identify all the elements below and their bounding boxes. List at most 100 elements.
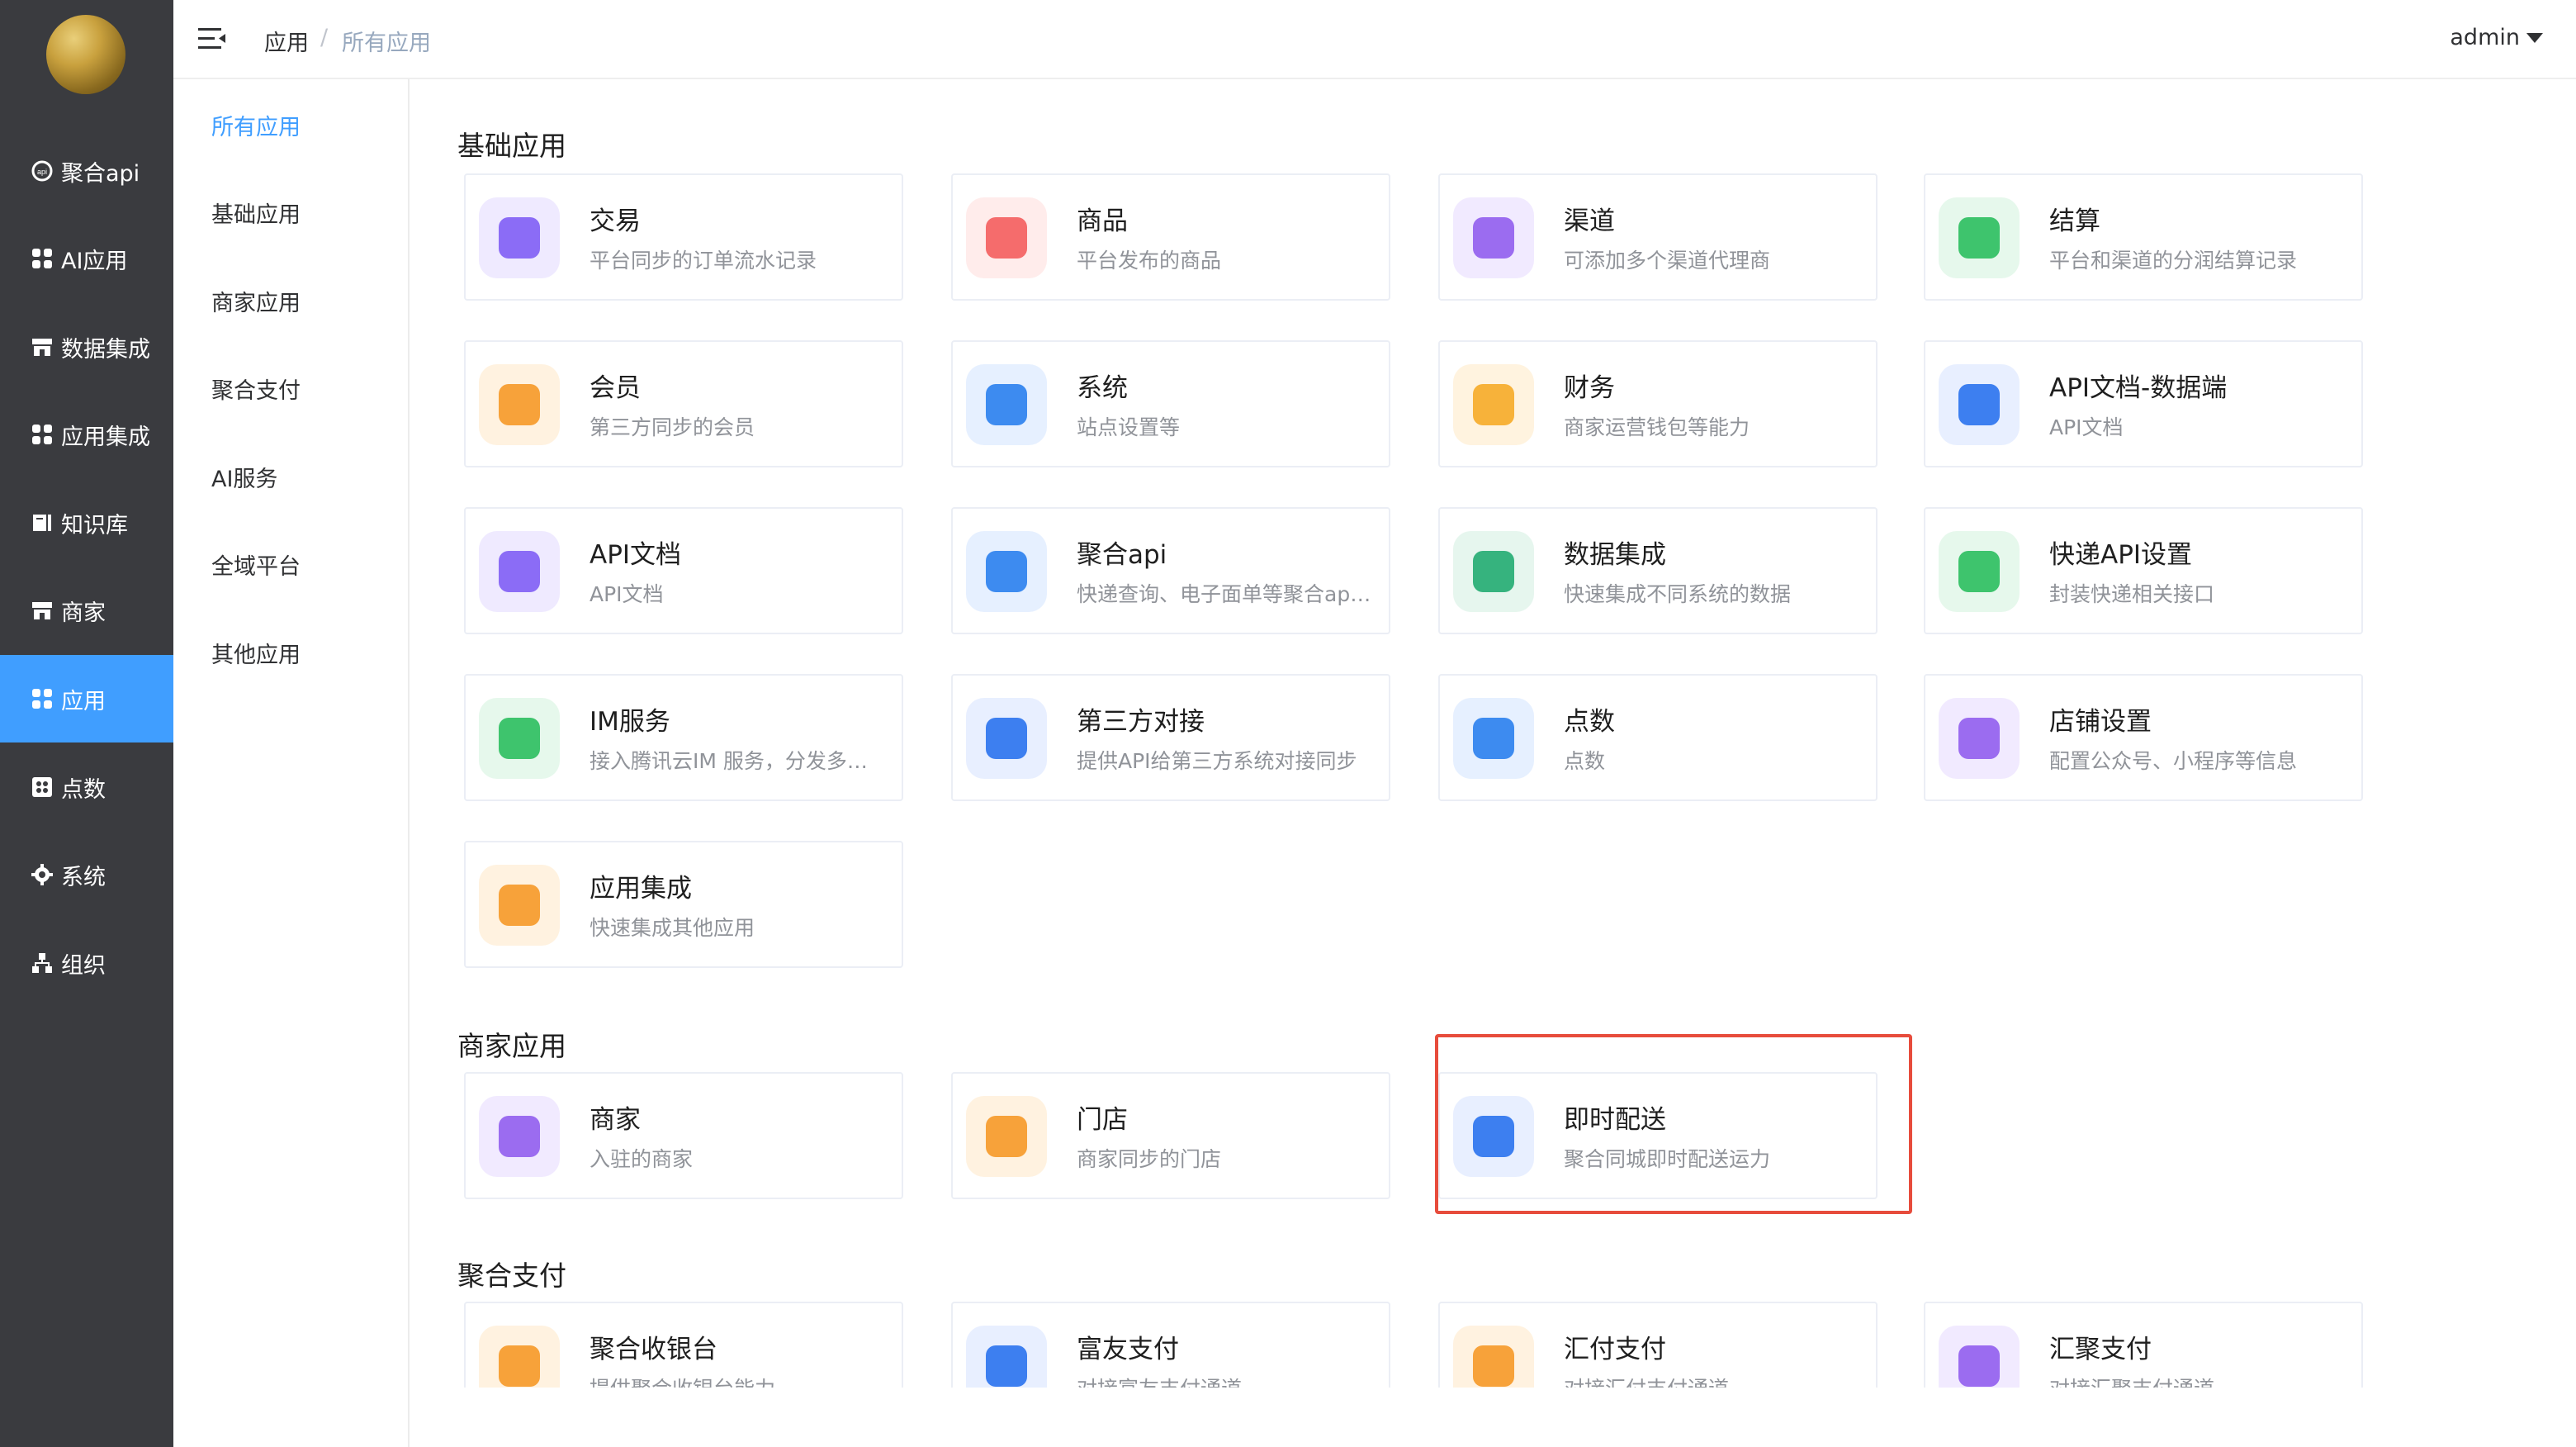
app-card[interactable]: 结算 平台和渠道的分润结算记录 [1924,173,2363,301]
app-card[interactable]: 交易 平台同步的订单流水记录 [464,173,903,301]
app-card-title: IM服务 [590,707,670,737]
app-card-title: 店铺设置 [2049,707,2152,737]
app-card-desc: 站点设置等 [1077,415,1181,439]
sidebar-item-3[interactable]: 应用集成 [0,391,173,478]
icon-glyph [986,384,1027,425]
sidebar-item-label: 组织 [61,952,106,979]
shop-settings-icon [1939,698,2020,779]
app-card[interactable]: 商家 入驻的商家 [464,1072,903,1199]
merchant-icon [479,1096,560,1177]
sidebar-item-label: 知识库 [61,512,128,538]
sidebar-item-6[interactable]: 应用 [0,655,173,742]
icon-glyph [1958,384,2000,425]
app-card[interactable]: IM服务接入腾讯云IM 服务，分发多个应用 [464,674,903,801]
app-card-title: 门店 [1077,1105,1128,1135]
sidebar-item-label: 系统 [61,864,106,890]
api-box-icon [1939,531,2020,612]
subnav-item-4[interactable]: AI服务 [211,461,277,493]
app-card[interactable]: API文档-数据端 API文档 [1924,340,2363,467]
app-card-desc: API文档 [2049,415,2124,439]
sidebar-item-8[interactable]: 系统 [0,831,173,918]
icon-glyph [986,718,1027,759]
app-card[interactable]: 门店 商家同步的门店 [951,1072,1390,1199]
sidebar-item-label: 点数 [61,776,106,803]
icon-glyph [499,217,540,259]
data-integration-icon [1453,531,1534,612]
api-file-icon [479,531,560,612]
app-card[interactable]: 点数 点数 [1438,674,1878,801]
app-card-title: 聚合收银台 [590,1335,717,1364]
icon-glyph [499,885,540,926]
app-card-title: 商家 [590,1105,641,1135]
app-card-desc: 快速集成其他应用 [590,916,755,940]
user-menu[interactable]: admin [2450,25,2520,50]
app-card[interactable]: 应用集成 快速集成其他应用 [464,841,903,968]
subnav-item-0[interactable]: 所有应用 [211,109,301,141]
section-title-merchant: 商家应用 [457,1030,566,1062]
subnav-item-1[interactable]: 基础应用 [211,197,301,229]
chat-icon [479,698,560,779]
svg-text:api: api [37,168,47,176]
subnav-item-2[interactable]: 商家应用 [211,285,301,317]
logo-avatar[interactable] [46,15,125,94]
icon-glyph [499,1116,540,1157]
icon-glyph [1473,718,1514,759]
app-card[interactable]: 财务 商家运营钱包等能力 [1438,340,1878,467]
icon-glyph [499,384,540,425]
app-card-desc: 入驻的商家 [590,1147,694,1171]
app-card-title: 数据集成 [1564,540,1666,570]
app-card[interactable]: 快递API设置 封装快递相关接口 [1924,507,2363,634]
icon-glyph [986,1345,1027,1387]
app-card[interactable]: API文档 API文档 [464,507,903,634]
sidebar-item-5[interactable]: 商家 [0,567,173,654]
app-card-desc: 点数 [1564,749,1606,773]
app-card[interactable]: 店铺设置 配置公众号、小程序等信息 [1924,674,2363,801]
sidebar-item-2[interactable]: 数据集成 [0,303,173,391]
icon-glyph [986,551,1027,592]
viewport-bottom [410,1388,2576,1447]
app-card-title: API文档-数据端 [2049,373,2228,403]
subnav-item-6[interactable]: 其他应用 [211,637,301,669]
app-card-title: 系统 [1077,373,1128,403]
sidebar-item-7[interactable]: 点数 [0,743,173,831]
icon-glyph [1958,551,2000,592]
store-icon [31,336,53,358]
app-card-desc: API文档 [590,582,664,606]
grid-icon [31,688,53,709]
app-card-desc: 接入腾讯云IM 服务，分发多个应用 [590,749,887,773]
app-card-desc: 商家运营钱包等能力 [1564,415,1750,439]
app-card[interactable]: 数据集成快速集成不同系统的数据 [1438,507,1878,634]
api-icon: api [31,160,53,182]
icon-glyph [1958,217,2000,259]
app-card-desc: 平台和渠道的分润结算记录 [2049,249,2298,273]
section-title-basic: 基础应用 [457,130,566,162]
app-card-title: 聚合api [1077,540,1167,570]
app-card[interactable]: 渠道 可添加多个渠道代理商 [1438,173,1878,301]
app-card[interactable]: 商品 平台发布的商品 [951,173,1390,301]
app-card-desc: 商家同步的门店 [1077,1147,1222,1171]
sidebar-item-0[interactable]: api 聚合api [0,127,173,215]
subnav-item-3[interactable]: 聚合支付 [211,372,301,405]
section-title-pay: 聚合支付 [457,1260,566,1292]
app-card-desc: 快递查询、电子面单等聚合api能力 [1077,582,1374,606]
sidebar-item-9[interactable]: 组织 [0,919,173,1007]
sidebar-item-1[interactable]: AI应用 [0,215,173,302]
app-card[interactable]: 第三方对接 提供API给第三方系统对接同步 [951,674,1390,801]
app-card-desc: 快速集成不同系统的数据 [1564,582,1792,606]
breadcrumb-root[interactable]: 应用 [264,25,309,57]
menu-toggle-icon[interactable] [198,26,226,51]
icon-glyph [986,1116,1027,1157]
sidebar-item-label: 商家 [61,600,106,626]
app-card-title: 点数 [1564,707,1615,737]
subnav-item-5[interactable]: 全域平台 [211,548,301,581]
apps-icon [479,865,560,946]
app-card[interactable]: 会员 第三方同步的会员 [464,340,903,467]
app-card[interactable]: 系统 站点设置等 [951,340,1390,467]
grid-icon [31,424,53,445]
caret-down-icon[interactable] [2526,33,2543,43]
api-doc-icon [1939,364,2020,445]
sidebar-item-label: 聚合api [61,160,140,187]
app-card-title: 快递API设置 [2049,540,2193,570]
app-card[interactable]: 聚合api 快递查询、电子面单等聚合api能力 [951,507,1390,634]
sidebar-item-4[interactable]: 知识库 [0,479,173,567]
